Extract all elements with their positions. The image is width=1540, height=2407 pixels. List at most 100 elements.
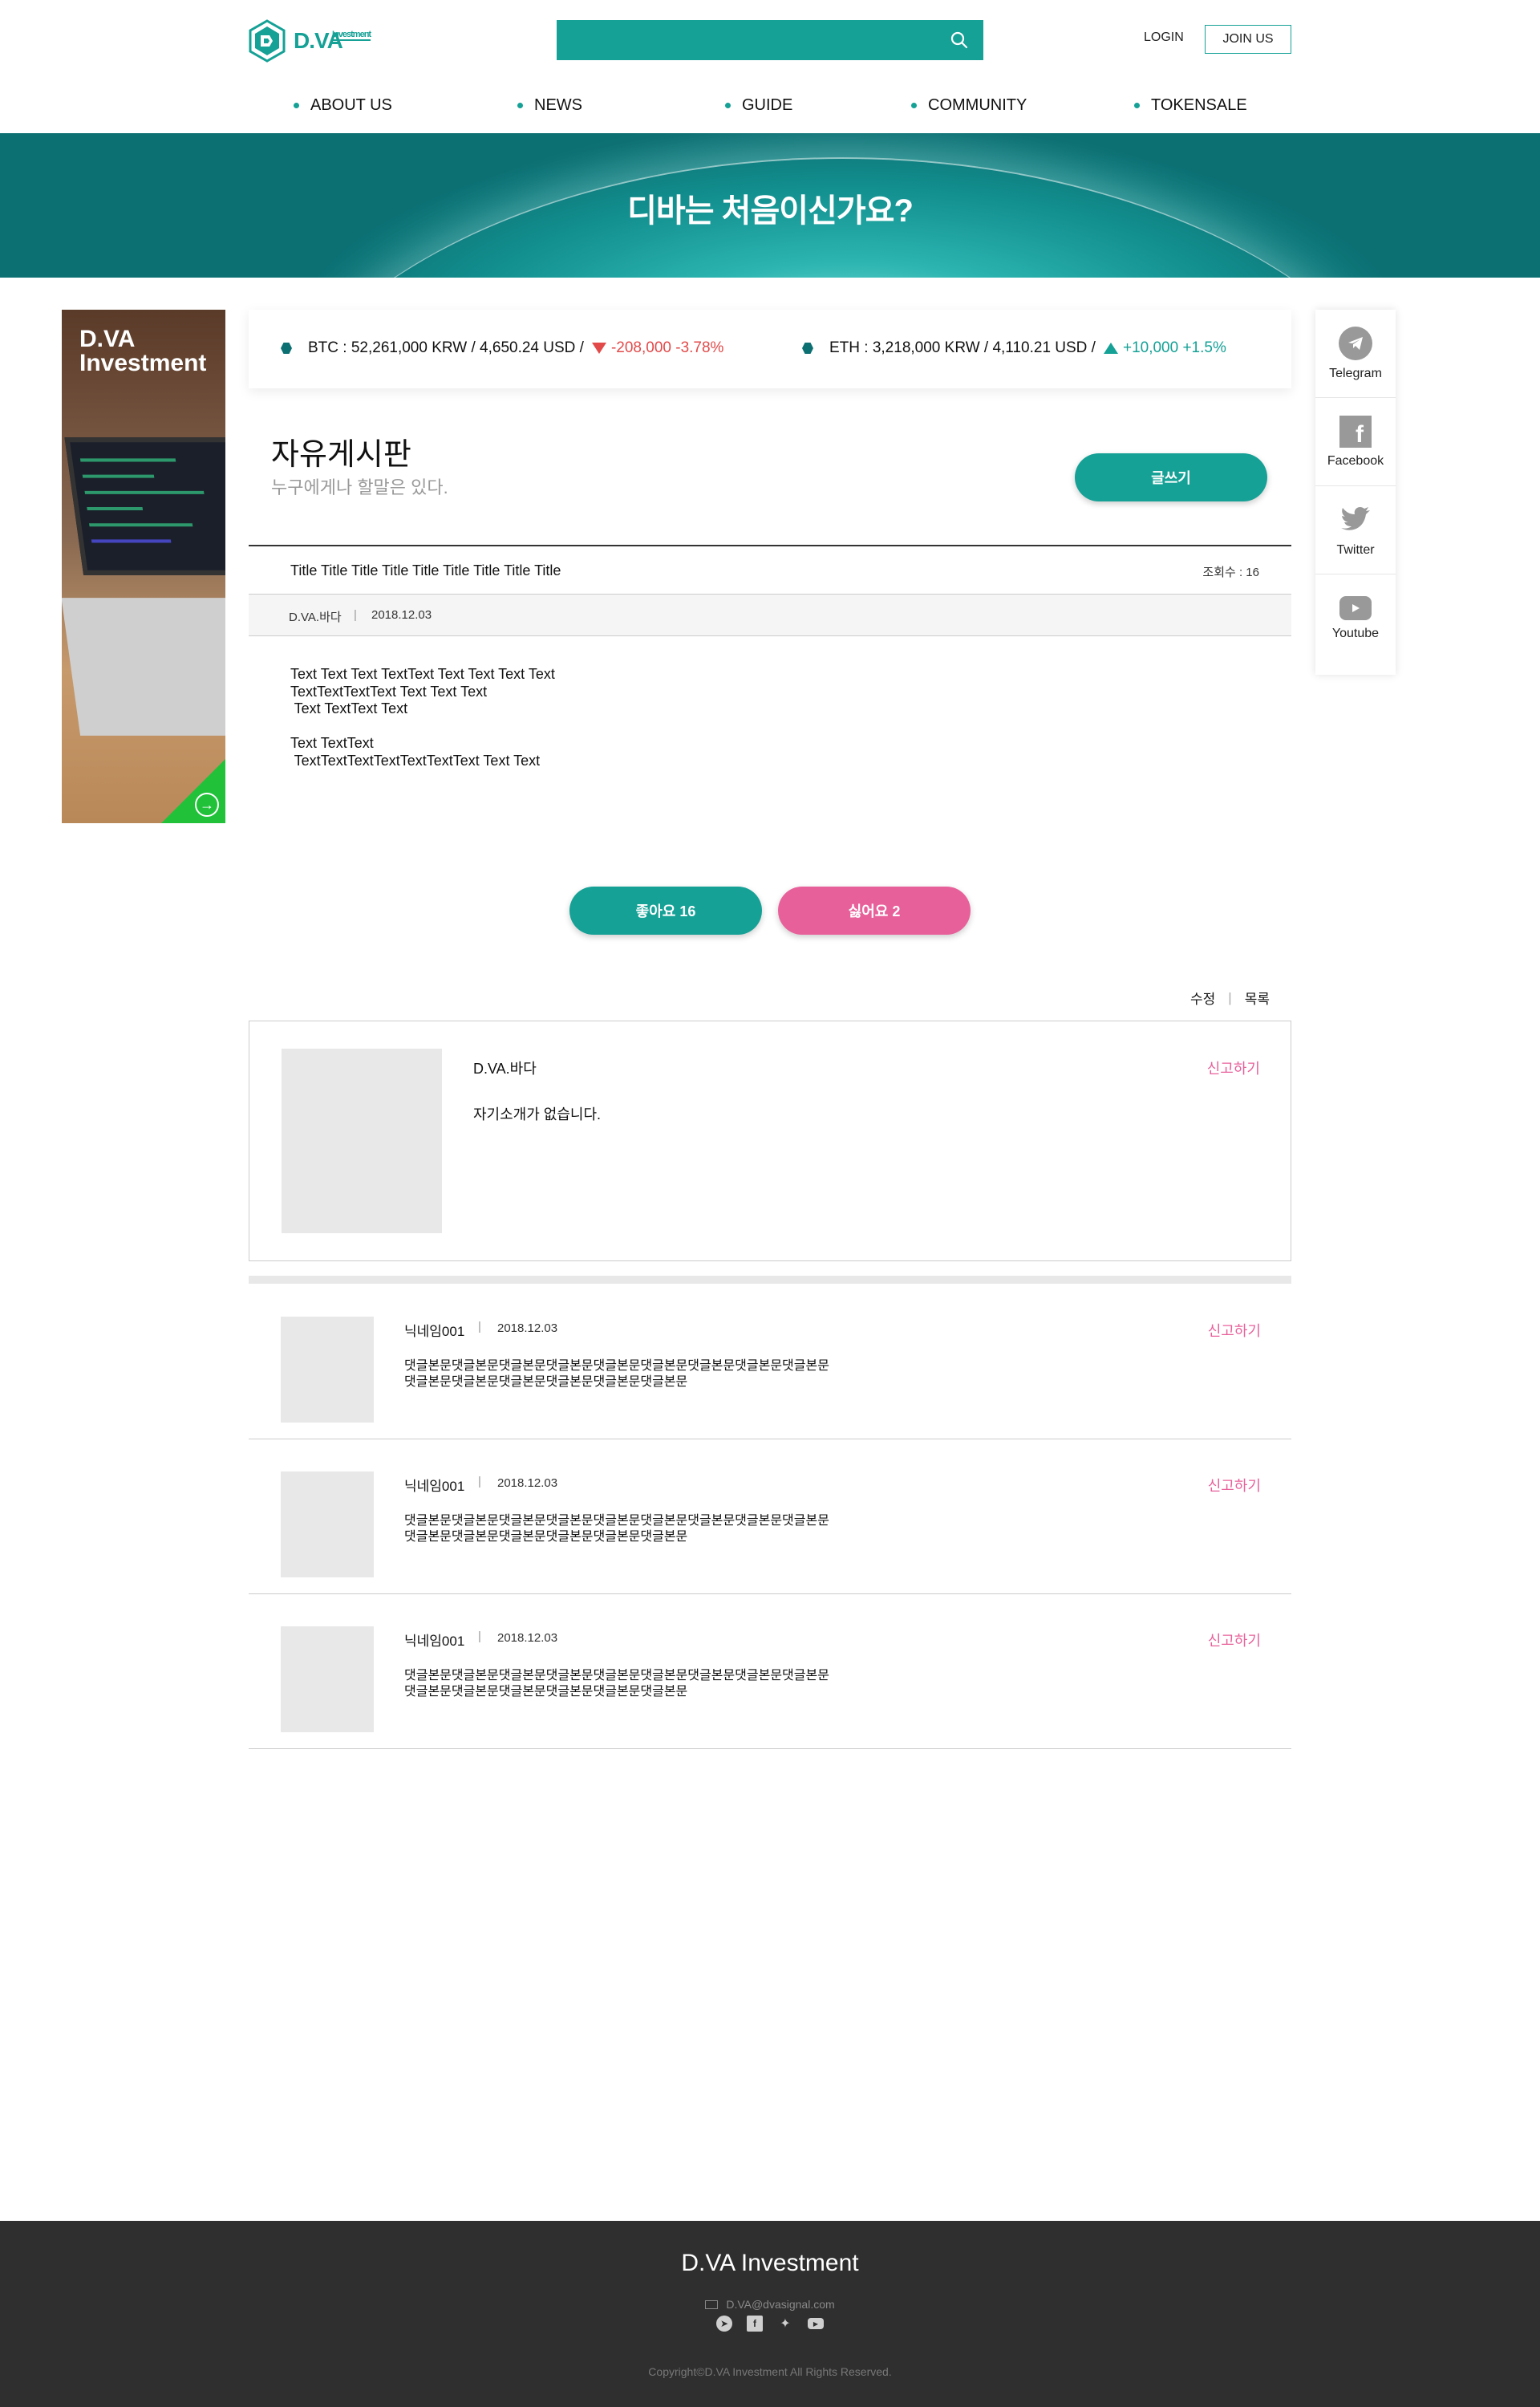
nav-item-about-us[interactable]: ABOUT US xyxy=(294,96,392,115)
social-label: Facebook xyxy=(1327,453,1384,468)
ad-title: D.VA Investment xyxy=(79,326,207,376)
comment-author: 닉네임001 xyxy=(404,1634,465,1649)
nav-label: NEWS xyxy=(534,96,582,114)
twitter-icon[interactable]: ✦ xyxy=(777,2316,793,2332)
dislike-button[interactable]: 싫어요 2 xyxy=(778,887,971,935)
ticker-eth-change: +10,000 +1.5% xyxy=(1122,339,1226,356)
action-separator: | xyxy=(1228,989,1232,1005)
social-sidebar: Telegram f Facebook Twitter Youtube xyxy=(1315,310,1396,675)
report-link[interactable]: 신고하기 xyxy=(1208,1475,1261,1496)
footer-email-text: D.VA@dvasignal.com xyxy=(726,2298,835,2311)
write-button[interactable]: 글쓰기 xyxy=(1075,453,1267,501)
footer-social-icons: ➤ f ✦ ▶ xyxy=(0,2316,1540,2332)
hero-title: 디바는 처음이신가요? xyxy=(627,193,914,229)
bullet-icon xyxy=(725,103,731,108)
hero-banner: 디바는 처음이신가요? xyxy=(0,133,1540,278)
social-telegram[interactable]: Telegram xyxy=(1315,310,1396,398)
board-title: 자유게시판 xyxy=(271,438,411,472)
comment-date: 2018.12.03 xyxy=(497,1476,558,1490)
youtube-icon xyxy=(1339,596,1372,620)
bullet-icon xyxy=(517,103,523,108)
keyboard-image xyxy=(62,598,225,736)
social-facebook[interactable]: f Facebook xyxy=(1315,398,1396,486)
nav-label: GUIDE xyxy=(742,96,793,114)
comment-author: 닉네임001 xyxy=(404,1324,465,1339)
board-subtitle: 누구에게나 할말은 있다. xyxy=(271,477,448,497)
meta-separator: | xyxy=(478,1320,481,1333)
site-logo[interactable]: D.VA Investment xyxy=(249,18,389,64)
facebook-icon[interactable]: f xyxy=(747,2316,763,2332)
youtube-icon[interactable]: ▶ xyxy=(808,2318,824,2329)
post-body: Text Text Text TextText Text Text Text T… xyxy=(290,666,555,769)
social-label: Twitter xyxy=(1336,542,1375,557)
search-icon[interactable] xyxy=(950,30,969,50)
site-footer: D.VA Investment D.VA@dvasignal.com ➤ f ✦… xyxy=(0,2221,1540,2407)
comment-item: 닉네임001 | 2018.12.03 댓글본문댓글본문댓글본문댓글본문댓글본문… xyxy=(249,1285,1291,1439)
post-title-row: Title Title Title Title Title Title Titl… xyxy=(249,545,1291,595)
triangle-up-icon xyxy=(1103,343,1118,354)
nav-item-community[interactable]: COMMUNITY xyxy=(911,96,1027,115)
social-label: Youtube xyxy=(1331,627,1380,640)
comment-avatar xyxy=(281,1471,374,1577)
edit-link[interactable]: 수정 xyxy=(1190,988,1215,1008)
nav-item-guide[interactable]: GUIDE xyxy=(725,96,792,115)
report-link[interactable]: 신고하기 xyxy=(1208,1630,1261,1650)
social-label: Telegram xyxy=(1329,366,1382,380)
arrow-right-icon[interactable]: → xyxy=(195,793,219,817)
report-link[interactable]: 신고하기 xyxy=(1208,1320,1261,1341)
list-link[interactable]: 목록 xyxy=(1245,988,1270,1008)
logo-hexagon-icon xyxy=(249,19,286,63)
site-header: D.VA Investment LOGIN JOIN US ABOUT US N… xyxy=(0,0,1540,133)
search-bar[interactable] xyxy=(557,20,983,60)
hexagon-bullet-icon xyxy=(281,343,292,354)
comment-date: 2018.12.03 xyxy=(497,1631,558,1645)
footer-title: D.VA Investment xyxy=(681,2250,859,2276)
footer-email[interactable]: D.VA@dvasignal.com xyxy=(0,2298,1540,2311)
post-meta-row: D.VA.바다 | 2018.12.03 xyxy=(249,595,1291,636)
post-author: D.VA.바다 xyxy=(289,611,342,624)
bullet-icon xyxy=(911,103,917,108)
hexagon-bullet-icon xyxy=(802,343,813,354)
laptop-image xyxy=(64,437,225,575)
comment-author: 닉네임001 xyxy=(404,1479,465,1494)
meta-separator: | xyxy=(354,608,357,622)
nav-item-news[interactable]: NEWS xyxy=(517,96,582,115)
comment-avatar xyxy=(281,1317,374,1423)
telegram-icon[interactable]: ➤ xyxy=(716,2316,732,2332)
social-youtube[interactable]: Youtube xyxy=(1315,574,1396,663)
meta-separator: | xyxy=(478,1475,481,1488)
meta-separator: | xyxy=(478,1630,481,1643)
ticker-eth: ETH : 3,218,000 KRW / 4,110.21 USD / +10… xyxy=(802,339,1226,357)
comment-text: 댓글본문댓글본문댓글본문댓글본문댓글본문댓글본문댓글본문댓글본문댓글본문 댓글본… xyxy=(404,1514,829,1544)
side-ad-banner[interactable]: D.VA Investment → xyxy=(62,310,225,823)
price-ticker: BTC : 52,261,000 KRW / 4,650.24 USD / -2… xyxy=(249,310,1291,388)
logo-text: D.VA Investment xyxy=(294,28,371,53)
post-title: Title Title Title Title Title Title Titl… xyxy=(290,562,561,578)
comment-text: 댓글본문댓글본문댓글본문댓글본문댓글본문댓글본문댓글본문댓글본문댓글본문 댓글본… xyxy=(404,1359,829,1389)
ad-corner-decoration xyxy=(161,759,225,823)
ticker-btc: BTC : 52,261,000 KRW / 4,650.24 USD / -2… xyxy=(281,339,723,357)
join-button[interactable]: JOIN US xyxy=(1205,25,1291,54)
comment-item: 닉네임001 | 2018.12.03 댓글본문댓글본문댓글본문댓글본문댓글본문… xyxy=(249,1594,1291,1749)
post-view-count: 조회수 : 16 xyxy=(1202,566,1259,579)
comment-avatar xyxy=(281,1626,374,1732)
report-link[interactable]: 신고하기 xyxy=(1207,1057,1260,1078)
telegram-icon xyxy=(1339,326,1372,360)
nav-item-tokensale[interactable]: TOKENSALE xyxy=(1134,96,1247,115)
comment-item: 닉네임001 | 2018.12.03 댓글본문댓글본문댓글본문댓글본문댓글본문… xyxy=(249,1439,1291,1594)
twitter-icon xyxy=(1339,503,1372,537)
like-button[interactable]: 좋아요 16 xyxy=(569,887,762,935)
author-name: D.VA.바다 xyxy=(473,1061,537,1077)
login-link[interactable]: LOGIN xyxy=(1144,30,1184,45)
facebook-icon: f xyxy=(1339,415,1372,448)
section-divider xyxy=(249,1276,1291,1284)
ticker-eth-text: ETH : 3,218,000 KRW / 4,110.21 USD / xyxy=(829,339,1096,356)
author-card: D.VA.바다 자기소개가 없습니다. 신고하기 xyxy=(249,1021,1291,1261)
footer-copyright: Copyright©D.VA Investment All Rights Res… xyxy=(648,2365,892,2378)
main-nav: ABOUT US NEWS GUIDE COMMUNITY TOKENSALE xyxy=(0,87,1540,133)
post-actions: 수정 | 목록 xyxy=(1190,988,1270,1008)
comment-text: 댓글본문댓글본문댓글본문댓글본문댓글본문댓글본문댓글본문댓글본문댓글본문 댓글본… xyxy=(404,1669,829,1699)
author-avatar xyxy=(282,1049,442,1233)
social-twitter[interactable]: Twitter xyxy=(1315,486,1396,574)
nav-label: ABOUT US xyxy=(310,96,392,114)
